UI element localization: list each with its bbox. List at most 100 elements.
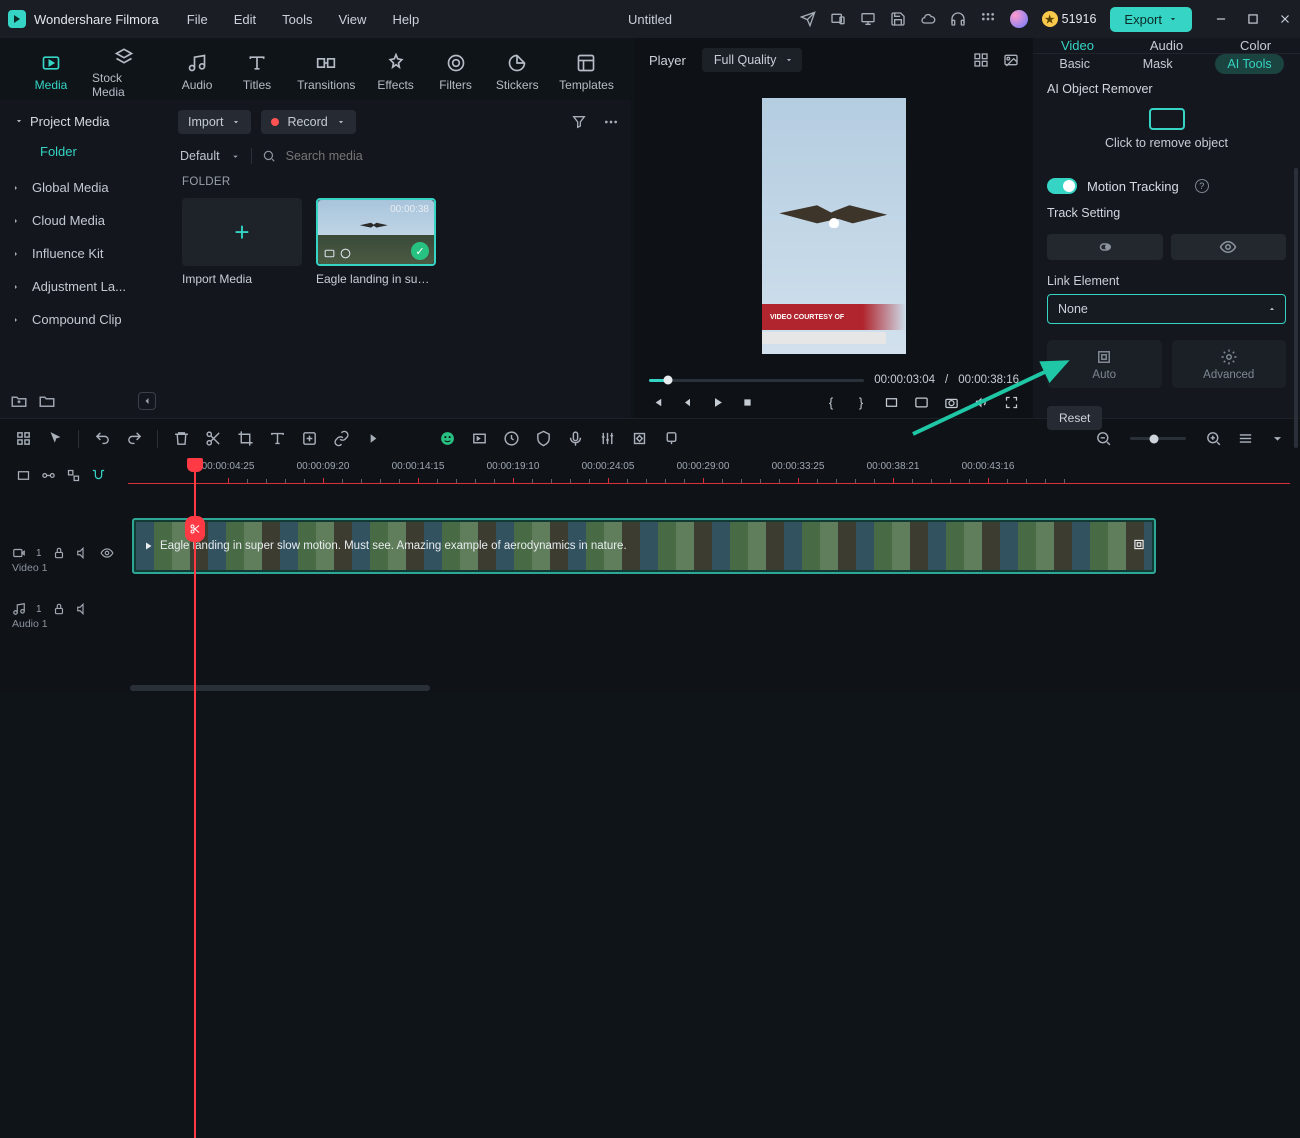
video-frame[interactable]: VIDEO COURTESY OF [635, 82, 1033, 370]
tab-audio[interactable]: Audio [170, 47, 224, 98]
mixer-icon[interactable] [598, 430, 616, 448]
text-icon[interactable] [268, 430, 286, 448]
track-mode-box[interactable] [1047, 234, 1163, 260]
aspect-icon[interactable] [883, 394, 899, 410]
track-mode-eye[interactable] [1171, 234, 1287, 260]
save-icon[interactable] [890, 11, 906, 27]
tab-media[interactable]: Media [24, 47, 78, 98]
send-icon[interactable] [800, 11, 816, 27]
scrub-track[interactable] [649, 379, 864, 382]
more-tools-icon[interactable] [364, 430, 382, 448]
zoom-slider[interactable] [1130, 437, 1186, 440]
sort-default[interactable]: Default [180, 149, 220, 163]
help-icon[interactable]: ? [1195, 179, 1209, 193]
delete-icon[interactable] [172, 430, 190, 448]
more-icon[interactable] [603, 114, 619, 130]
timeline-ruler[interactable]: 00:00:04:2500:00:09:2000:00:14:1500:00:1… [128, 458, 1300, 492]
lock-icon[interactable] [52, 602, 66, 616]
tab-stock-media[interactable]: Stock Media [84, 40, 164, 105]
fullscreen-icon[interactable] [1003, 394, 1019, 410]
subtab-ai-tools[interactable]: AI Tools [1215, 54, 1283, 74]
video-clip[interactable]: Eagle landing in super slow motion. Must… [132, 518, 1156, 574]
crop-icon[interactable] [236, 430, 254, 448]
add-track-icon[interactable] [300, 430, 318, 448]
step-back-button[interactable] [679, 394, 695, 410]
auto-track-button[interactable]: Auto [1047, 340, 1162, 388]
maximize-button[interactable] [1246, 12, 1260, 26]
tab-audio[interactable]: Audio [1122, 38, 1211, 53]
tab-stickers[interactable]: Stickers [489, 47, 546, 98]
track-lock-icon[interactable] [16, 468, 31, 483]
timeline-scrollbar[interactable] [0, 683, 1300, 693]
user-avatar[interactable] [1010, 10, 1028, 28]
grid-icon[interactable] [973, 52, 989, 68]
tl-cursor-icon[interactable] [46, 430, 64, 448]
undo-icon[interactable] [93, 430, 111, 448]
tab-video[interactable]: Video [1033, 38, 1122, 53]
properties-scrollbar[interactable] [1294, 168, 1298, 448]
desktop-icon[interactable] [860, 11, 876, 27]
search-input[interactable] [286, 149, 617, 163]
redo-icon[interactable] [125, 430, 143, 448]
scissors-icon[interactable] [204, 430, 222, 448]
ai-object-remover-action[interactable]: Click to remove object [1033, 104, 1300, 160]
coin-balance[interactable]: ★ 51916 [1042, 11, 1097, 27]
sidebar-item-global-media[interactable]: Global Media [0, 171, 166, 204]
subtab-basic[interactable]: Basic [1049, 54, 1100, 74]
devices-icon[interactable] [830, 11, 846, 27]
menu-edit[interactable]: Edit [234, 12, 256, 27]
sidebar-item-influence-kit[interactable]: Influence Kit [0, 237, 166, 270]
minimize-button[interactable] [1214, 12, 1228, 26]
track-header-video1[interactable]: 1 Video 1 [0, 532, 128, 588]
record-dropdown[interactable]: Record [261, 110, 355, 134]
image-icon[interactable] [1003, 52, 1019, 68]
track-link2-icon[interactable] [41, 468, 56, 483]
bin-icon[interactable] [38, 392, 56, 410]
track-magnet-icon[interactable] [91, 468, 106, 483]
close-button[interactable] [1278, 12, 1292, 26]
stop-button[interactable] [739, 394, 755, 410]
headphones-icon[interactable] [950, 11, 966, 27]
clip-fx-icon[interactable] [1132, 538, 1146, 555]
sidebar-item-cloud-media[interactable]: Cloud Media [0, 204, 166, 237]
quality-dropdown[interactable]: Full Quality [702, 48, 803, 72]
export-button[interactable]: Export [1110, 7, 1192, 32]
effects-tool-icon[interactable] [470, 430, 488, 448]
sidebar-item-adjustment-layer[interactable]: Adjustment La... [0, 270, 166, 303]
tab-effects[interactable]: Effects [369, 47, 423, 98]
thumb-eagle-clip[interactable]: 00:00:38 ✓ Eagle landing in super... [316, 198, 436, 286]
menu-view[interactable]: View [338, 12, 366, 27]
sidebar-primary[interactable]: Project Media [0, 100, 166, 134]
marker-icon[interactable] [662, 430, 680, 448]
lock-icon[interactable] [52, 546, 66, 560]
ai-tool-icon[interactable] [438, 430, 456, 448]
shield-icon[interactable] [534, 430, 552, 448]
motion-tracking-toggle[interactable] [1047, 178, 1077, 194]
tab-filters[interactable]: Filters [429, 47, 483, 98]
mark-in-icon[interactable]: { [823, 394, 839, 410]
track-lane-area[interactable]: Eagle landing in super slow motion. Must… [128, 492, 1300, 683]
prev-frame-button[interactable] [649, 394, 665, 410]
filter-icon[interactable] [571, 114, 587, 130]
advanced-track-button[interactable]: Advanced [1172, 340, 1287, 388]
sidebar-folder[interactable]: Folder [0, 134, 166, 167]
thumb-import[interactable]: + Import Media [182, 198, 302, 286]
new-folder-icon[interactable] [10, 392, 28, 410]
tab-transitions[interactable]: Transitions [290, 47, 363, 98]
sidebar-item-compound-clip[interactable]: Compound Clip [0, 303, 166, 336]
play-button[interactable] [709, 394, 725, 410]
snapshot-icon[interactable] [943, 394, 959, 410]
tab-color[interactable]: Color [1211, 38, 1300, 53]
tl-grid-icon[interactable] [14, 430, 32, 448]
import-dropdown[interactable]: Import [178, 110, 251, 134]
apps-icon[interactable] [980, 11, 996, 27]
menu-tools[interactable]: Tools [282, 12, 312, 27]
keyframe-icon[interactable] [630, 430, 648, 448]
mute-icon[interactable] [76, 546, 90, 560]
track-header-audio1[interactable]: 1 Audio 1 [0, 588, 128, 644]
mute-icon[interactable] [76, 602, 90, 616]
menu-help[interactable]: Help [392, 12, 419, 27]
tab-titles[interactable]: Titles [230, 47, 284, 98]
volume-icon[interactable] [973, 394, 989, 410]
cloud-icon[interactable] [920, 11, 936, 27]
